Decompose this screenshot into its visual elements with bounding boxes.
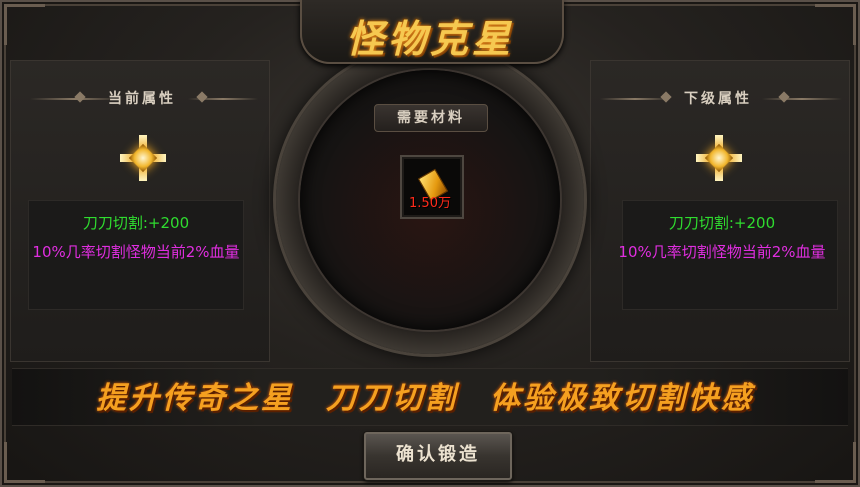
current-stat-effect: 10%几率切割怪物当前2%血量 [32,243,240,261]
slogan-text-2: 刀刀切割 [326,381,458,416]
frame-corner-ornament [4,4,45,45]
monster-bane-window: 当前属性 刀刀切割:+200 10%几率切割怪物当前2%血量 下级属性 刀刀切割… [0,0,860,487]
star-emblem-icon [696,135,742,181]
header-divider [600,98,670,100]
slogan-text-1: 提升传奇之星 [96,381,294,416]
required-materials-label: 需要材料 [374,104,488,132]
next-stat-effect: 10%几率切割怪物当前2%血量 [618,243,826,261]
current-stat-cut: 刀刀切割:+200 [82,214,190,232]
frame-corner-ornament [815,4,856,45]
window-title: 怪物克星 [345,16,514,61]
star-emblem-icon [120,135,166,181]
current-attributes-header: 当前属性 [108,91,176,107]
material-quantity: 1.50万 [409,196,451,211]
frame-corner-ornament [4,442,45,483]
frame-corner-ornament [815,442,856,483]
header-divider [762,98,842,100]
confirm-forge-button[interactable]: 确认锻造 [364,432,512,480]
next-stat-cut: 刀刀切割:+200 [668,214,776,232]
next-attributes-header: 下级属性 [684,91,752,107]
slogan-text-3: 体验极致切割快感 [490,381,754,416]
